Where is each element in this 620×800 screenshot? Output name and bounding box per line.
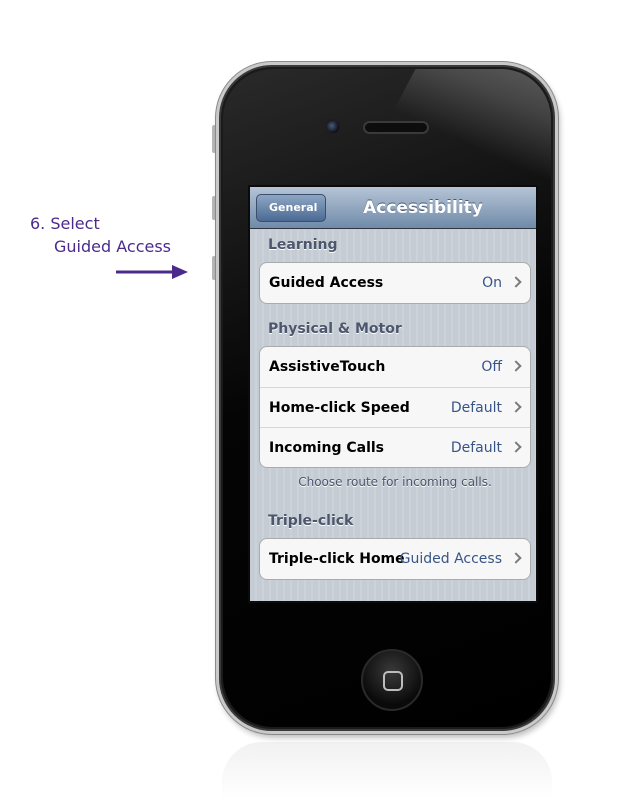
page-title: Accessibility <box>363 198 483 218</box>
chevron-right-icon <box>510 276 522 288</box>
row-value: On <box>482 275 502 291</box>
group-triple-click: Triple-click Home Guided Access <box>259 538 531 580</box>
home-button-icon <box>383 671 403 691</box>
row-home-click-speed[interactable]: Home-click Speed Default <box>260 387 530 427</box>
row-label: Guided Access <box>269 275 384 291</box>
row-incoming-calls[interactable]: Incoming Calls Default <box>260 427 530 467</box>
chevron-right-icon <box>510 441 522 453</box>
group-physical-motor: AssistiveTouch Off Home-click Speed Defa… <box>259 346 531 468</box>
instruction-target: Guided Access <box>54 237 171 256</box>
chevron-right-icon <box>510 360 522 372</box>
row-label: AssistiveTouch <box>269 359 386 375</box>
row-value: Off <box>481 359 502 375</box>
row-guided-access[interactable]: Guided Access On <box>260 263 530 303</box>
home-button[interactable] <box>361 649 423 711</box>
phone-screen: General Accessibility Learning Guided Ac… <box>248 185 538 603</box>
row-label: Triple-click Home <box>269 551 405 567</box>
row-label: Incoming Calls <box>269 440 384 456</box>
row-value: Default <box>450 440 502 456</box>
phone-device: General Accessibility Learning Guided Ac… <box>216 62 558 734</box>
instruction-annotation: 6. Select Guided Access <box>30 212 205 279</box>
row-triple-click-home[interactable]: Triple-click Home Guided Access <box>260 539 530 579</box>
instruction-step: 6. Select <box>30 214 100 233</box>
section-header-learning: Learning <box>268 237 338 253</box>
earpiece-speaker <box>363 121 429 134</box>
row-label: Home-click Speed <box>269 400 410 416</box>
row-assistivetouch[interactable]: AssistiveTouch Off <box>260 347 530 387</box>
front-camera-icon <box>327 121 339 133</box>
section-footer-note: Choose route for incoming calls. <box>298 475 492 489</box>
phone-face: General Accessibility Learning Guided Ac… <box>223 69 551 727</box>
phone-reflection <box>222 742 552 800</box>
chevron-right-icon <box>510 552 522 564</box>
navigation-bar: General Accessibility <box>250 187 536 229</box>
arrow-right-icon <box>116 265 188 279</box>
row-value: Guided Access <box>399 551 502 567</box>
section-header-physical-motor: Physical & Motor <box>268 321 402 337</box>
chevron-right-icon <box>510 401 522 413</box>
group-learning: Guided Access On <box>259 262 531 304</box>
row-value: Default <box>450 400 502 416</box>
section-header-triple-click: Triple-click <box>268 513 354 529</box>
